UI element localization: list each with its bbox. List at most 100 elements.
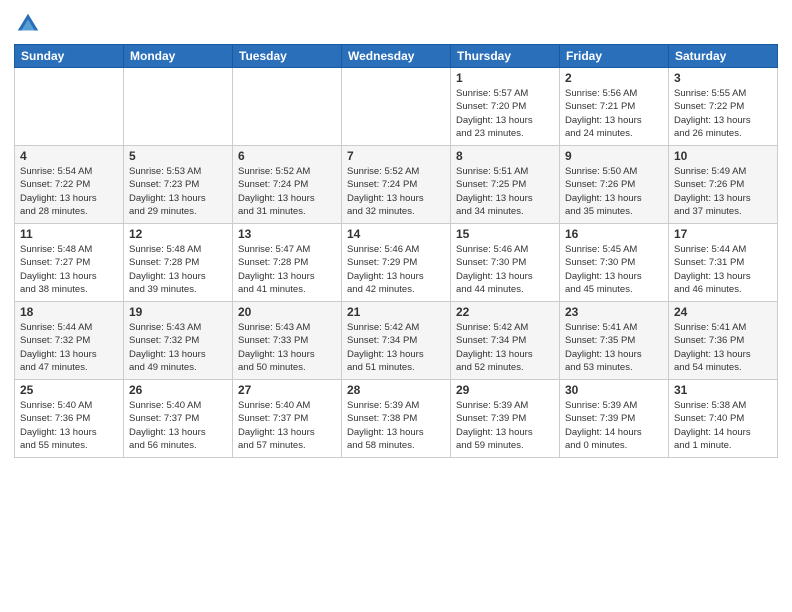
day-number: 29 [456,383,554,397]
calendar-table: SundayMondayTuesdayWednesdayThursdayFrid… [14,44,778,458]
day-number: 14 [347,227,445,241]
day-number: 1 [456,71,554,85]
weekday-wednesday: Wednesday [342,45,451,68]
day-info: Sunrise: 5:40 AM Sunset: 7:37 PM Dayligh… [129,399,227,452]
day-number: 12 [129,227,227,241]
calendar-cell-4-1: 18 Sunrise: 5:44 AM Sunset: 7:32 PM Dayli… [15,302,124,380]
day-number: 19 [129,305,227,319]
day-number: 13 [238,227,336,241]
day-number: 28 [347,383,445,397]
day-info: Sunrise: 5:52 AM Sunset: 7:24 PM Dayligh… [238,165,336,218]
calendar-cell-2-6: 9 Sunrise: 5:50 AM Sunset: 7:26 PM Daylig… [560,146,669,224]
calendar-cell-2-7: 10 Sunrise: 5:49 AM Sunset: 7:26 PM Dayli… [669,146,778,224]
day-number: 18 [20,305,118,319]
day-info: Sunrise: 5:56 AM Sunset: 7:21 PM Dayligh… [565,87,663,140]
calendar-cell-4-4: 21 Sunrise: 5:42 AM Sunset: 7:34 PM Dayli… [342,302,451,380]
day-number: 4 [20,149,118,163]
calendar-cell-3-5: 15 Sunrise: 5:46 AM Sunset: 7:30 PM Dayli… [451,224,560,302]
day-number: 25 [20,383,118,397]
day-info: Sunrise: 5:38 AM Sunset: 7:40 PM Dayligh… [674,399,772,452]
calendar-cell-1-6: 2 Sunrise: 5:56 AM Sunset: 7:21 PM Daylig… [560,68,669,146]
day-number: 2 [565,71,663,85]
calendar-cell-1-4 [342,68,451,146]
day-number: 3 [674,71,772,85]
day-info: Sunrise: 5:47 AM Sunset: 7:28 PM Dayligh… [238,243,336,296]
calendar-cell-1-5: 1Sunrise: 5:57 AM Sunset: 7:20 PM Daylig… [451,68,560,146]
calendar-cell-3-4: 14Sunrise: 5:46 AM Sunset: 7:29 PM Dayli… [342,224,451,302]
day-info: Sunrise: 5:43 AM Sunset: 7:32 PM Dayligh… [129,321,227,374]
calendar-cell-3-1: 11Sunrise: 5:48 AM Sunset: 7:27 PM Dayli… [15,224,124,302]
day-info: Sunrise: 5:48 AM Sunset: 7:27 PM Dayligh… [20,243,118,296]
calendar-cell-1-3 [233,68,342,146]
day-info: Sunrise: 5:39 AM Sunset: 7:39 PM Dayligh… [456,399,554,452]
day-info: Sunrise: 5:48 AM Sunset: 7:28 PM Dayligh… [129,243,227,296]
weekday-thursday: Thursday [451,45,560,68]
calendar-cell-2-3: 6 Sunrise: 5:52 AM Sunset: 7:24 PM Daylig… [233,146,342,224]
calendar-cell-4-7: 24Sunrise: 5:41 AM Sunset: 7:36 PM Dayli… [669,302,778,380]
day-info: Sunrise: 5:39 AM Sunset: 7:38 PM Dayligh… [347,399,445,452]
calendar-week-2: 4 Sunrise: 5:54 AM Sunset: 7:22 PM Daylig… [15,146,778,224]
day-number: 6 [238,149,336,163]
day-info: Sunrise: 5:50 AM Sunset: 7:26 PM Dayligh… [565,165,663,218]
calendar-cell-5-1: 25Sunrise: 5:40 AM Sunset: 7:36 PM Dayli… [15,380,124,458]
calendar-cell-3-2: 12 Sunrise: 5:48 AM Sunset: 7:28 PM Dayli… [124,224,233,302]
calendar-cell-2-1: 4 Sunrise: 5:54 AM Sunset: 7:22 PM Daylig… [15,146,124,224]
day-number: 16 [565,227,663,241]
weekday-sunday: Sunday [15,45,124,68]
calendar-cell-2-2: 5Sunrise: 5:53 AM Sunset: 7:23 PM Daylig… [124,146,233,224]
weekday-saturday: Saturday [669,45,778,68]
day-number: 27 [238,383,336,397]
day-number: 26 [129,383,227,397]
calendar-cell-2-4: 7Sunrise: 5:52 AM Sunset: 7:24 PM Daylig… [342,146,451,224]
calendar-week-4: 18 Sunrise: 5:44 AM Sunset: 7:32 PM Dayli… [15,302,778,380]
day-info: Sunrise: 5:51 AM Sunset: 7:25 PM Dayligh… [456,165,554,218]
day-info: Sunrise: 5:49 AM Sunset: 7:26 PM Dayligh… [674,165,772,218]
day-info: Sunrise: 5:45 AM Sunset: 7:30 PM Dayligh… [565,243,663,296]
day-info: Sunrise: 5:44 AM Sunset: 7:32 PM Dayligh… [20,321,118,374]
header [14,10,778,38]
day-info: Sunrise: 5:43 AM Sunset: 7:33 PM Dayligh… [238,321,336,374]
day-info: Sunrise: 5:40 AM Sunset: 7:37 PM Dayligh… [238,399,336,452]
calendar-cell-4-5: 22 Sunrise: 5:42 AM Sunset: 7:34 PM Dayli… [451,302,560,380]
day-info: Sunrise: 5:42 AM Sunset: 7:34 PM Dayligh… [456,321,554,374]
calendar-cell-3-6: 16 Sunrise: 5:45 AM Sunset: 7:30 PM Dayli… [560,224,669,302]
day-number: 30 [565,383,663,397]
calendar-cell-1-7: 3 Sunrise: 5:55 AM Sunset: 7:22 PM Daylig… [669,68,778,146]
calendar-cell-5-2: 26 Sunrise: 5:40 AM Sunset: 7:37 PM Dayli… [124,380,233,458]
weekday-tuesday: Tuesday [233,45,342,68]
logo-icon [14,10,42,38]
day-number: 5 [129,149,227,163]
day-info: Sunrise: 5:46 AM Sunset: 7:30 PM Dayligh… [456,243,554,296]
calendar-cell-4-6: 23 Sunrise: 5:41 AM Sunset: 7:35 PM Dayli… [560,302,669,380]
calendar-cell-3-3: 13 Sunrise: 5:47 AM Sunset: 7:28 PM Dayli… [233,224,342,302]
day-number: 23 [565,305,663,319]
calendar-week-3: 11Sunrise: 5:48 AM Sunset: 7:27 PM Dayli… [15,224,778,302]
calendar-cell-1-1 [15,68,124,146]
calendar-cell-1-2 [124,68,233,146]
day-number: 24 [674,305,772,319]
day-info: Sunrise: 5:41 AM Sunset: 7:35 PM Dayligh… [565,321,663,374]
day-number: 21 [347,305,445,319]
page: SundayMondayTuesdayWednesdayThursdayFrid… [0,0,792,612]
weekday-header-row: SundayMondayTuesdayWednesdayThursdayFrid… [15,45,778,68]
calendar-cell-3-7: 17 Sunrise: 5:44 AM Sunset: 7:31 PM Dayli… [669,224,778,302]
day-number: 17 [674,227,772,241]
calendar-cell-2-5: 8 Sunrise: 5:51 AM Sunset: 7:25 PM Daylig… [451,146,560,224]
day-info: Sunrise: 5:54 AM Sunset: 7:22 PM Dayligh… [20,165,118,218]
day-number: 8 [456,149,554,163]
day-number: 15 [456,227,554,241]
day-number: 20 [238,305,336,319]
calendar-cell-5-4: 28 Sunrise: 5:39 AM Sunset: 7:38 PM Dayli… [342,380,451,458]
calendar-cell-5-6: 30Sunrise: 5:39 AM Sunset: 7:39 PM Dayli… [560,380,669,458]
weekday-monday: Monday [124,45,233,68]
weekday-friday: Friday [560,45,669,68]
calendar-cell-4-3: 20 Sunrise: 5:43 AM Sunset: 7:33 PM Dayli… [233,302,342,380]
day-number: 10 [674,149,772,163]
calendar-cell-5-3: 27 Sunrise: 5:40 AM Sunset: 7:37 PM Dayli… [233,380,342,458]
calendar-cell-5-5: 29 Sunrise: 5:39 AM Sunset: 7:39 PM Dayli… [451,380,560,458]
day-info: Sunrise: 5:42 AM Sunset: 7:34 PM Dayligh… [347,321,445,374]
day-number: 9 [565,149,663,163]
day-info: Sunrise: 5:44 AM Sunset: 7:31 PM Dayligh… [674,243,772,296]
day-info: Sunrise: 5:55 AM Sunset: 7:22 PM Dayligh… [674,87,772,140]
day-number: 22 [456,305,554,319]
